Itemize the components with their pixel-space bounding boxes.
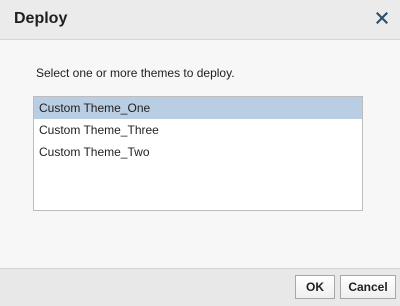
deploy-dialog: Deploy Select one or more themes to depl… <box>0 0 400 306</box>
theme-list-item[interactable]: Custom Theme_Three <box>34 119 362 141</box>
cancel-button[interactable]: Cancel <box>340 275 396 299</box>
themes-listbox[interactable]: Custom Theme_One Custom Theme_Three Cust… <box>33 96 363 211</box>
close-x-icon <box>376 12 388 24</box>
theme-list-item[interactable]: Custom Theme_Two <box>34 141 362 163</box>
dialog-footer: OK Cancel <box>0 268 400 306</box>
dialog-title: Deploy <box>14 10 68 27</box>
theme-list-item[interactable]: Custom Theme_One <box>34 97 362 119</box>
instruction-text: Select one or more themes to deploy. <box>36 66 235 80</box>
dialog-titlebar: Deploy <box>0 0 400 40</box>
ok-button[interactable]: OK <box>295 275 335 299</box>
close-icon[interactable] <box>372 8 392 28</box>
